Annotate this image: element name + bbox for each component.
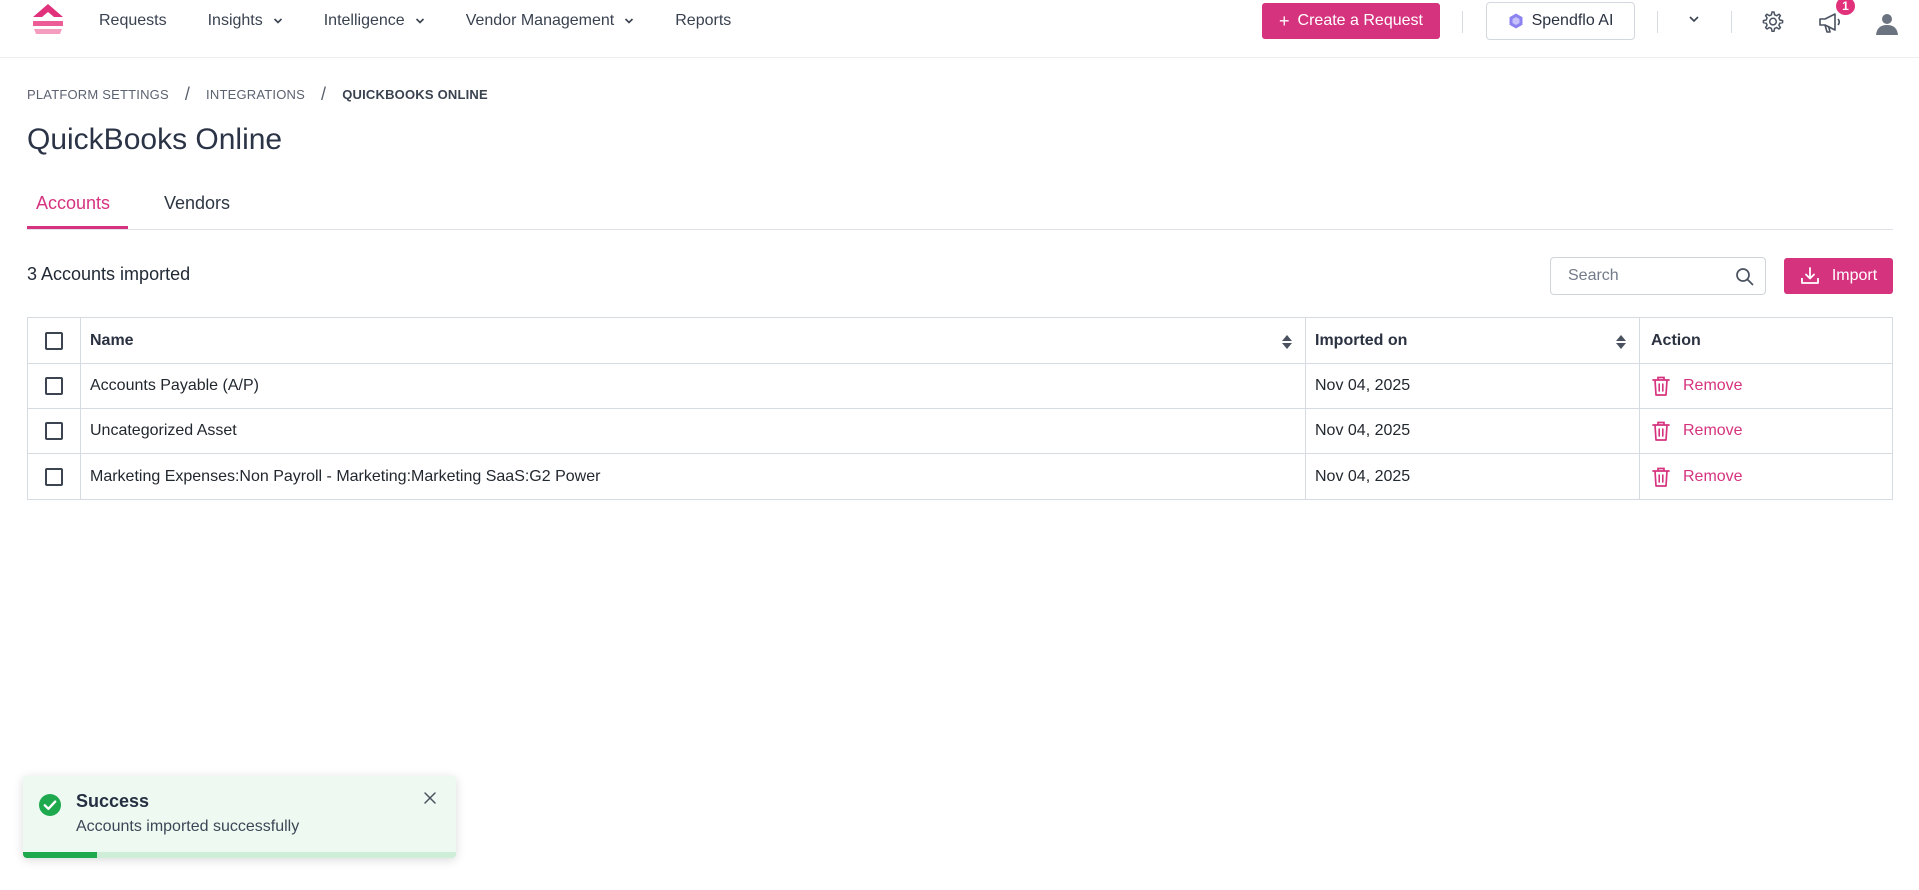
row-checkbox-cell — [28, 364, 81, 408]
chevron-down-icon[interactable] — [1687, 13, 1701, 25]
action-cell: Remove — [1640, 409, 1892, 453]
column-header-label: Action — [1651, 331, 1701, 349]
table-row: Marketing Expenses:Non Payroll - Marketi… — [28, 454, 1892, 499]
nav-item-label: Intelligence — [323, 12, 405, 29]
create-request-label: Create a Request — [1297, 12, 1423, 29]
check-circle-icon — [39, 794, 61, 816]
import-button[interactable]: Import — [1784, 258, 1893, 294]
ai-hexagon-icon — [1509, 13, 1523, 29]
import-label: Import — [1831, 267, 1878, 284]
tab-vendors[interactable]: Vendors — [164, 193, 230, 214]
active-tab-indicator — [27, 226, 128, 229]
remove-label: Remove — [1683, 467, 1743, 485]
action-cell: Remove — [1640, 454, 1892, 499]
nav-item-vendor-management[interactable]: Vendor Management — [466, 12, 635, 30]
nav-item-reports[interactable]: Reports — [675, 12, 731, 30]
row-checkbox-cell — [28, 409, 81, 453]
imported-on-date: Nov 04, 2025 — [1306, 364, 1640, 408]
tab-accounts[interactable]: Accounts — [36, 193, 110, 214]
success-toast: Success Accounts imported successfully — [23, 776, 456, 858]
divider — [1657, 11, 1658, 33]
search-icon[interactable] — [1735, 267, 1754, 286]
trash-icon — [1652, 421, 1670, 441]
trash-icon — [1652, 467, 1670, 487]
user-avatar-icon[interactable] — [1874, 10, 1900, 36]
toast-progress-bar — [23, 852, 97, 858]
accounts-table: Name Imported on Action Accounts Payable… — [27, 317, 1893, 500]
divider — [1462, 11, 1463, 33]
table-header-row: Name Imported on Action — [28, 318, 1892, 364]
remove-label: Remove — [1683, 377, 1743, 394]
row-checkbox[interactable] — [45, 422, 63, 440]
column-header-label: Imported on — [1315, 331, 1408, 349]
chevron-down-icon — [273, 18, 282, 24]
remove-button[interactable]: Remove — [1651, 375, 1743, 397]
search-box — [1550, 257, 1766, 295]
top-navigation: Requests Insights Intelligence Vendor Ma… — [0, 0, 1919, 58]
row-checkbox[interactable] — [45, 467, 63, 486]
nav-item-insights[interactable]: Insights — [208, 12, 283, 30]
nav-item-label: Reports — [675, 12, 732, 29]
spendflo-ai-button[interactable]: Spendflo AI — [1486, 2, 1635, 40]
toast-title: Success — [76, 791, 150, 811]
account-name: Accounts Payable (A/P) — [81, 364, 1306, 408]
nav-item-label: Vendor Management — [465, 12, 615, 29]
plus-icon: + — [1279, 10, 1290, 31]
search-input[interactable] — [1568, 267, 1728, 285]
download-icon — [1800, 267, 1819, 284]
account-name: Marketing Expenses:Non Payroll - Marketi… — [81, 454, 1306, 499]
create-request-button[interactable]: + Create a Request — [1262, 3, 1440, 39]
trash-icon — [1652, 376, 1670, 396]
imported-on-date: Nov 04, 2025 — [1306, 409, 1640, 453]
toast-progress-track — [23, 852, 456, 858]
remove-button[interactable]: Remove — [1651, 420, 1743, 442]
gear-icon[interactable] — [1760, 10, 1784, 34]
breadcrumb: PLATFORM SETTINGS / INTEGRATIONS / QUICK… — [27, 84, 488, 105]
logo-icon[interactable] — [30, 4, 66, 38]
remove-label: Remove — [1683, 422, 1743, 439]
nav-item-label: Requests — [99, 12, 167, 29]
table-row: Accounts Payable (A/P) Nov 04, 2025 Remo… — [28, 364, 1892, 409]
main-nav: Requests Insights Intelligence Vendor Ma… — [99, 8, 772, 34]
row-checkbox[interactable] — [45, 377, 63, 395]
toast-message: Accounts imported successfully — [76, 818, 300, 835]
page-title: QuickBooks Online — [27, 123, 283, 156]
select-all-checkbox[interactable] — [45, 331, 63, 350]
action-cell: Remove — [1640, 364, 1892, 408]
divider — [1731, 11, 1732, 33]
column-header-name[interactable]: Name — [81, 318, 1306, 363]
tab-bar: Accounts Vendors — [27, 182, 1893, 230]
accounts-count-label: 3 Accounts imported — [27, 264, 191, 284]
nav-item-label: Insights — [207, 12, 263, 29]
nav-item-requests[interactable]: Requests — [99, 12, 167, 30]
breadcrumb-platform-settings[interactable]: PLATFORM SETTINGS — [27, 87, 169, 102]
breadcrumb-separator: / — [184, 84, 191, 104]
chevron-down-icon — [415, 18, 424, 24]
close-icon[interactable] — [423, 791, 437, 805]
column-header-action: Action — [1640, 318, 1892, 363]
sort-icon[interactable] — [1281, 333, 1293, 351]
table-row: Uncategorized Asset Nov 04, 2025 Remove — [28, 409, 1892, 454]
remove-button[interactable]: Remove — [1651, 466, 1743, 488]
chevron-down-icon — [625, 18, 634, 24]
sort-icon[interactable] — [1615, 333, 1627, 351]
notification-badge: 1 — [1836, 0, 1855, 15]
spendflo-ai-label: Spendflo AI — [1531, 12, 1614, 29]
imported-on-date: Nov 04, 2025 — [1306, 454, 1640, 499]
breadcrumb-integrations[interactable]: INTEGRATIONS — [206, 87, 305, 102]
column-header-imported-on[interactable]: Imported on — [1306, 318, 1640, 363]
row-checkbox-cell — [28, 454, 81, 499]
column-header-label: Name — [90, 331, 134, 349]
breadcrumb-separator: / — [321, 84, 327, 104]
header-checkbox-cell — [28, 318, 81, 363]
breadcrumb-current: QUICKBOOKS ONLINE — [342, 87, 488, 102]
account-name: Uncategorized Asset — [81, 409, 1306, 453]
nav-item-intelligence[interactable]: Intelligence — [324, 12, 425, 30]
